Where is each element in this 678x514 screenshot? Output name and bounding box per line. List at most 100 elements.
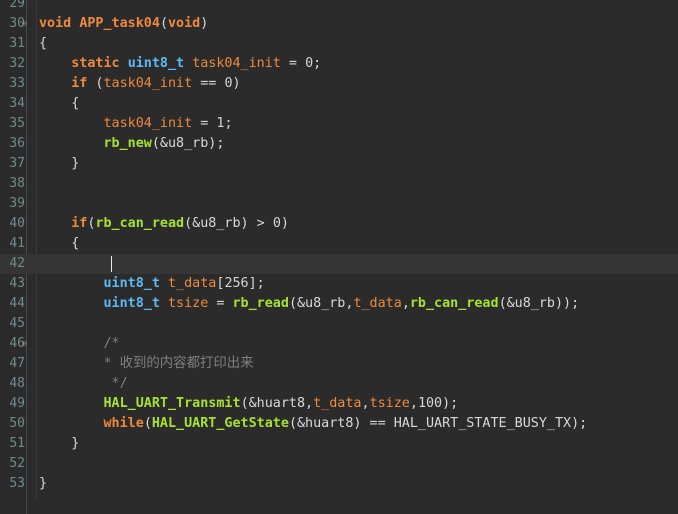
code-token: task04_init	[103, 116, 193, 131]
code-token: tsize	[369, 396, 410, 411]
code-token: /*	[39, 336, 120, 351]
code-token: 100	[417, 396, 443, 411]
code-text: task04_init = 1;	[39, 114, 233, 134]
code-token: ];	[248, 276, 265, 291]
code-line[interactable]: 36 rb_new(&u8_rb);	[0, 134, 678, 154]
line-number: 49	[9, 396, 25, 411]
code-token: 0	[272, 216, 281, 231]
code-line[interactable]: 35 task04_init = 1;	[0, 114, 678, 134]
code-token: ,	[409, 396, 418, 411]
line-number: 40	[9, 216, 25, 231]
code-text: }	[39, 154, 79, 174]
code-token: rb_read	[232, 296, 289, 311]
line-number: 29	[9, 0, 25, 11]
line-number: 34	[9, 96, 25, 111]
code-line[interactable]: 46 ⊖ /*	[0, 334, 678, 354]
line-number: 50	[9, 416, 25, 431]
code-line[interactable]: 43 uint8_t t_data[256];	[0, 274, 678, 294]
code-line[interactable]: 29	[0, 0, 678, 14]
code-token: while	[103, 416, 144, 431]
code-editor[interactable]: 29 30 ⊖ void APP_task04(void) 31{32 static u…	[0, 0, 678, 514]
code-token: }	[39, 436, 80, 451]
code-token: */	[39, 376, 128, 391]
code-line[interactable]: 33 if (task04_init == 0)	[0, 74, 678, 94]
code-token: {	[39, 96, 80, 111]
code-line[interactable]: 30 ⊖ void APP_task04(void)	[0, 14, 678, 34]
code-text: * 收到的内容都打印出来	[39, 354, 254, 374]
code-token: task04_init	[103, 76, 193, 91]
line-number: 42	[9, 256, 25, 271]
code-token: ==	[192, 76, 225, 91]
code-line[interactable]: 45	[0, 314, 678, 334]
code-token: =	[280, 56, 306, 71]
code-line[interactable]: 31 {	[0, 34, 678, 54]
code-line[interactable]: 53}	[0, 474, 678, 494]
code-line[interactable]: 34 {	[0, 94, 678, 114]
line-number: 51	[9, 436, 25, 451]
code-token: uint8_t	[127, 56, 185, 71]
line-number: 44	[9, 296, 25, 311]
code-line[interactable]: 37 }	[0, 154, 678, 174]
code-token: }	[39, 156, 80, 171]
code-token: void	[39, 16, 72, 31]
code-text: */	[39, 374, 128, 394]
code-line[interactable]: 49 HAL_UART_Transmit(&huart8,t_data,tsiz…	[0, 394, 678, 414]
code-token: * 收到的内容都打印出来	[39, 356, 254, 371]
line-number: 48	[9, 376, 25, 391]
code-text: rb_new(&u8_rb);	[39, 134, 225, 154]
code-token: rb_new	[103, 136, 152, 151]
code-token: )	[200, 16, 209, 31]
code-line[interactable]: 44 uint8_t tsize = rb_read(&u8_rb,t_data…	[0, 294, 678, 314]
code-line[interactable]: 32 static uint8_t task04_init = 0;	[0, 54, 678, 74]
fold-toggle-icon[interactable]: ⊖	[22, 340, 27, 348]
code-line[interactable]: 47 * 收到的内容都打印出来	[0, 354, 678, 374]
code-text: {	[39, 234, 79, 254]
code-token: 256	[224, 276, 249, 291]
code-token: void	[168, 16, 201, 31]
code-token: ,	[361, 396, 370, 411]
code-text: HAL_UART_Transmit(&huart8,t_data,tsize,1…	[39, 394, 459, 414]
code-token: 0	[305, 56, 314, 71]
code-line[interactable]: 40 if(rb_can_read(&u8_rb) > 0)	[0, 214, 678, 234]
code-token: if	[71, 216, 88, 231]
line-number: 38	[9, 176, 25, 191]
code-token: (	[87, 76, 104, 91]
code-line[interactable]: 38	[0, 174, 678, 194]
code-token: )	[280, 216, 289, 231]
line-number: 39	[9, 196, 25, 211]
code-token: {	[39, 36, 48, 51]
code-token: t_data	[168, 276, 217, 291]
code-token: HAL_UART_Transmit	[103, 396, 241, 411]
code-token: static	[71, 56, 120, 71]
code-token: ,	[401, 296, 410, 311]
code-line[interactable]: 48 */	[0, 374, 678, 394]
code-token: );	[442, 396, 459, 411]
code-line[interactable]: 50 while(HAL_UART_GetState(&huart8) == H…	[0, 414, 678, 434]
code-token: APP_task04	[79, 16, 160, 31]
code-text: uint8_t t_data[256];	[39, 274, 265, 294]
code-line[interactable]: 51 }	[0, 434, 678, 454]
code-line[interactable]: 41 {	[0, 234, 678, 254]
code-text: /*	[39, 334, 120, 354]
code-text: }	[39, 434, 79, 454]
code-token: (&u8_rb,	[288, 296, 354, 311]
line-number: 52	[9, 456, 25, 471]
code-token: }	[39, 476, 48, 491]
code-token: if	[71, 76, 88, 91]
code-token: ;	[224, 116, 233, 131]
code-token: (&u8_rb) >	[184, 216, 273, 231]
fold-toggle-icon[interactable]: ⊖	[22, 20, 27, 28]
line-number: 47	[9, 356, 25, 371]
code-line[interactable]: 52	[0, 454, 678, 474]
code-line[interactable]: 42	[0, 254, 678, 274]
code-line[interactable]: 39	[0, 194, 678, 214]
code-token: t_data	[353, 296, 402, 311]
